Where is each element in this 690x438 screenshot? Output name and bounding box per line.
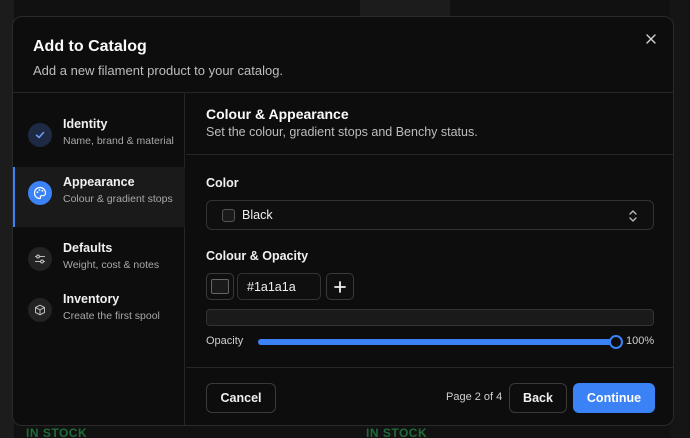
close-icon[interactable] <box>643 31 659 47</box>
wizard-steps-sidebar: Identity Name, brand & material Appearan… <box>13 93 185 425</box>
step-title: Inventory <box>63 292 120 306</box>
step-description: Name, brand & material <box>63 135 174 147</box>
continue-button[interactable]: Continue <box>573 383 655 413</box>
add-to-catalog-dialog: Add to Catalog Add a new filament produc… <box>12 16 674 426</box>
add-gradient-stop-button[interactable] <box>326 273 354 300</box>
check-icon <box>28 123 52 147</box>
step-description: Weight, cost & notes <box>63 259 160 271</box>
step-appearance[interactable]: Appearance Colour & gradient stops <box>13 167 185 227</box>
dialog-footer: Cancel Page 2 of 4 Back Continue <box>186 367 673 425</box>
step-content: Colour & Appearance Set the colour, grad… <box>186 93 673 425</box>
step-title: Defaults <box>63 241 113 255</box>
color-swatch <box>222 209 235 222</box>
opacity-slider[interactable] <box>258 335 623 349</box>
dialog-title: Add to Catalog <box>33 38 147 55</box>
hex-colour-input[interactable] <box>237 273 321 300</box>
colour-opacity-label: Colour & Opacity <box>206 249 309 263</box>
background-stock-badge: IN STOCK <box>366 426 428 438</box>
colour-swatch-preview <box>211 279 229 294</box>
opacity-label: Opacity <box>206 335 244 347</box>
sliders-icon <box>28 247 52 271</box>
colour-swatch-button[interactable] <box>206 273 234 300</box>
dialog-subtitle: Add a new filament product to your catal… <box>33 63 284 78</box>
section-title: Colour & Appearance <box>206 106 349 122</box>
color-select-value: Black <box>242 208 273 222</box>
gradient-stops-bar[interactable] <box>206 309 654 326</box>
opacity-value: 100% <box>626 335 655 347</box>
box-icon <box>28 298 52 322</box>
step-description: Colour & gradient stops <box>63 193 173 205</box>
color-label: Color <box>206 176 239 190</box>
background-stock-badge: IN STOCK <box>26 426 88 438</box>
section-description: Set the colour, gradient stops and Bench… <box>206 125 478 139</box>
color-select[interactable]: Black <box>206 200 654 230</box>
opacity-slider-fill <box>258 339 616 345</box>
dialog-header: Add to Catalog Add a new filament produc… <box>13 17 673 93</box>
back-button[interactable]: Back <box>509 383 567 413</box>
section-header: Colour & Appearance Set the colour, grad… <box>186 93 673 155</box>
palette-icon <box>28 181 52 205</box>
plus-icon <box>334 280 346 293</box>
step-title: Appearance <box>63 175 135 189</box>
page-indicator: Page 2 of 4 <box>446 391 503 403</box>
opacity-slider-thumb[interactable] <box>609 335 623 349</box>
step-title: Identity <box>63 117 108 131</box>
step-inventory[interactable]: Inventory Create the first spool <box>13 284 185 344</box>
cancel-button[interactable]: Cancel <box>206 383 276 413</box>
chevron-up-down-icon <box>627 209 639 223</box>
step-identity[interactable]: Identity Name, brand & material <box>13 109 185 169</box>
step-description: Create the first spool <box>63 310 160 322</box>
